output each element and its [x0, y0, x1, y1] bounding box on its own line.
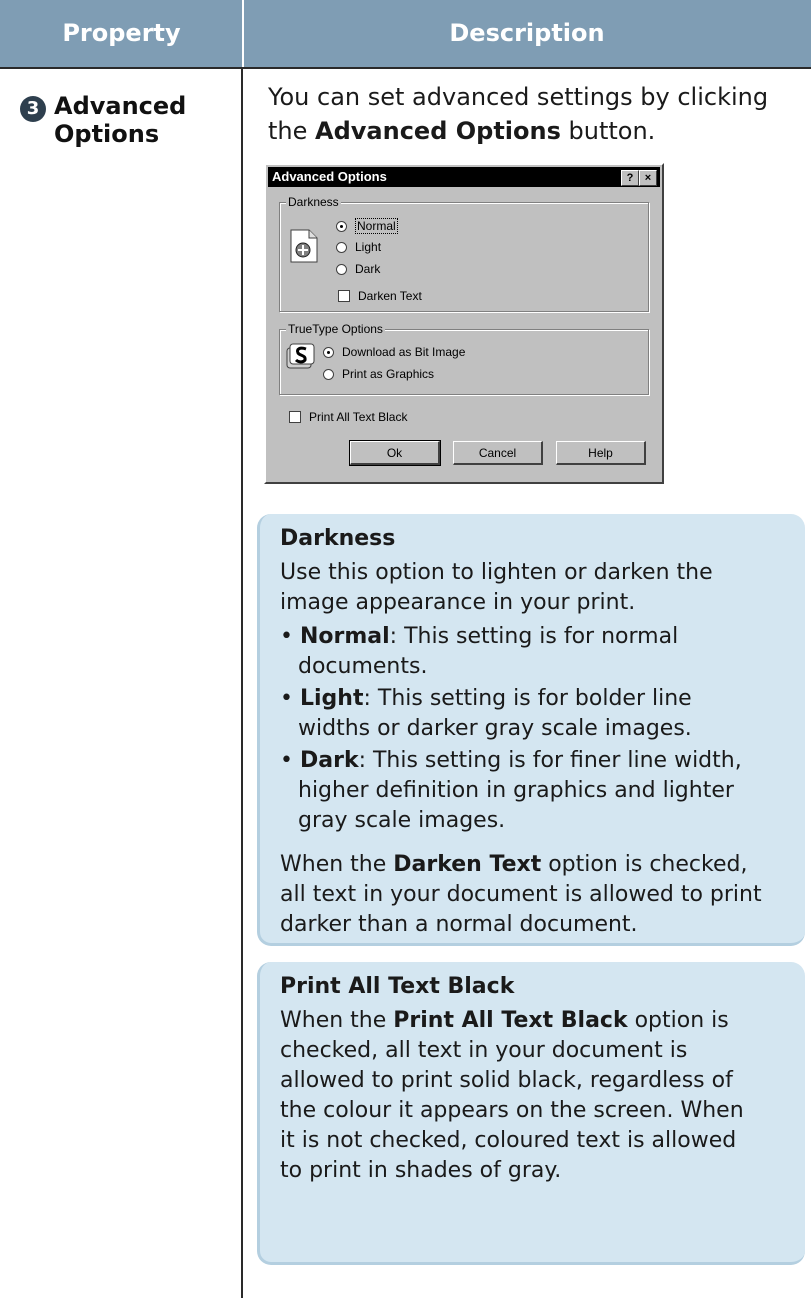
header-description: Description	[449, 19, 605, 47]
print-all-black-info-box: Print All Text Black When the Print All …	[257, 962, 805, 1265]
darkness-intro-line1: Use this option to lighten or darken the	[280, 560, 713, 585]
bullet-light: • Light: This setting is for bolder line	[280, 686, 692, 711]
print-all-black-box[interactable]	[289, 411, 301, 423]
bullet-normal-l1: : This setting is for normal	[389, 624, 679, 649]
radio-print-as-graphics[interactable]: Print as Graphics	[323, 367, 434, 381]
darken-text-box[interactable]	[338, 290, 350, 302]
truetype-icon	[286, 343, 315, 369]
darkness-group: Darkness	[279, 195, 649, 312]
black-l1-bold: Print All Text Black	[393, 1008, 628, 1033]
darken-note-line2: all text in your document is allowed to …	[280, 880, 795, 910]
black-l1-post: option is	[627, 1008, 729, 1033]
document-darkness-icon	[290, 229, 318, 263]
property-label: Advanced Options	[54, 92, 186, 148]
radio-dark[interactable]: Dark	[336, 262, 380, 276]
radio-download-label: Download as Bit Image	[342, 345, 466, 359]
dialog-title: Advanced Options	[272, 169, 387, 184]
intro-text: You can set advanced settings by clickin…	[268, 80, 798, 148]
radio-normal[interactable]: Normal	[336, 218, 398, 234]
darkness-info-box: Darkness Use this option to lighten or d…	[257, 514, 805, 946]
radio-light-control[interactable]	[336, 241, 347, 253]
header-property: Property	[62, 19, 181, 47]
note-l3: darker than a normal document.	[280, 912, 638, 937]
truetype-group-label: TrueType Options	[286, 322, 385, 336]
ok-button[interactable]: Ok	[349, 440, 441, 466]
bullet-normal-l2: documents.	[298, 654, 428, 679]
darkness-group-label: Darkness	[286, 195, 341, 209]
close-title-button[interactable]: ×	[639, 170, 657, 186]
radio-graphics-control[interactable]	[323, 368, 334, 380]
table-header: Property Description	[0, 0, 811, 69]
truetype-group: TrueType Options	[279, 322, 649, 395]
radio-graphics-label: Print as Graphics	[342, 367, 435, 381]
black-box-line3: allowed to print solid black, regardless…	[280, 1068, 733, 1093]
cancel-button[interactable]: Cancel	[453, 441, 543, 465]
advanced-options-dialog: Advanced Options ? × Darkness Normal Lig…	[264, 163, 664, 484]
property-label-line2: Options	[54, 120, 160, 148]
radio-download-bit-image[interactable]: Download as Bit Image	[323, 345, 465, 359]
note-pre: When the	[280, 852, 394, 877]
bullet-normal-term: Normal	[299, 624, 390, 649]
print-all-black-checkbox[interactable]: Print All Text Black	[289, 410, 407, 424]
bullet-dark-l2: higher definition in graphics and lighte…	[298, 778, 734, 803]
bullet-normal: • Normal: This setting is for normal	[280, 624, 679, 649]
darken-note-line1: When the Darken Text option is checked,	[280, 850, 795, 880]
radio-dark-control[interactable]	[336, 263, 347, 275]
black-box-line1: When the Print All Text Black option is	[280, 1006, 795, 1036]
darken-text-checkbox[interactable]: Darken Text	[338, 289, 422, 303]
property-label-line1: Advanced	[54, 92, 187, 120]
bullet-light-l1: : This setting is for bolder line	[363, 686, 692, 711]
bullet-dark: • Dark: This setting is for finer line w…	[280, 748, 742, 773]
darkness-box-title: Darkness	[280, 526, 396, 551]
bullet-light-l2: widths or darker gray scale images.	[298, 716, 692, 741]
black-l1-pre: When the	[280, 1008, 394, 1033]
darken-text-label: Darken Text	[358, 289, 422, 303]
black-box-line2: checked, all text in your document is	[280, 1038, 688, 1063]
black-box-line5: it is not checked, coloured text is allo…	[280, 1128, 737, 1153]
bullet-dark-term: Dark	[299, 748, 359, 773]
note-l2: all text in your document is allowed to …	[280, 882, 762, 907]
darkness-intro-line2: image appearance in your print.	[280, 590, 636, 615]
print-all-black-label: Print All Text Black	[309, 410, 408, 424]
column-divider	[241, 69, 243, 1298]
intro-bold: Advanced Options	[315, 117, 561, 145]
black-box-title: Print All Text Black	[280, 974, 515, 999]
help-title-button[interactable]: ?	[621, 170, 639, 186]
black-box-line6: to print in shades of gray.	[280, 1158, 562, 1183]
radio-normal-control[interactable]	[336, 220, 347, 232]
help-button[interactable]: Help	[556, 441, 646, 465]
radio-download-control[interactable]	[323, 346, 334, 358]
intro-post: button.	[560, 117, 656, 145]
note-post: option is checked,	[541, 852, 748, 877]
item-number-badge: 3	[20, 96, 46, 122]
black-box-line4: the colour it appears on the screen. Whe…	[280, 1098, 744, 1123]
radio-light[interactable]: Light	[336, 240, 381, 254]
bullet-dark-l1: : This setting is for finer line width,	[358, 748, 742, 773]
radio-dark-label: Dark	[355, 262, 381, 276]
bullet-light-term: Light	[299, 686, 364, 711]
dialog-title-bar: Advanced Options ? ×	[268, 167, 660, 187]
radio-normal-label: Normal	[355, 218, 398, 234]
bullet-dark-l3: gray scale images.	[298, 808, 506, 833]
radio-light-label: Light	[355, 240, 382, 254]
darken-note-line3: darker than a normal document.	[280, 910, 795, 940]
note-bold: Darken Text	[393, 852, 542, 877]
